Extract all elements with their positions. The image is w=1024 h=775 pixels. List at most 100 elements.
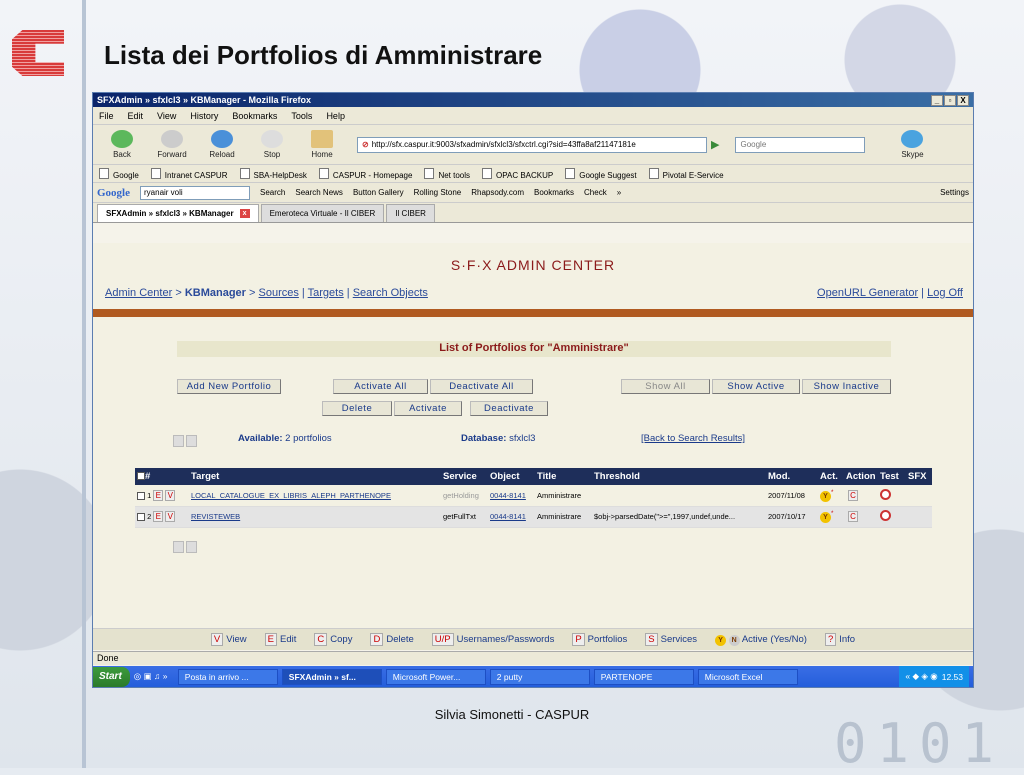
- object-link[interactable]: 0044-8141: [490, 491, 526, 500]
- activate-button[interactable]: Activate: [394, 401, 462, 416]
- tab-bar: SFXAdmin » sfxlcl3 » KBManager x Emerotec…: [93, 203, 973, 223]
- top-pager[interactable]: [173, 435, 199, 447]
- show-all-button[interactable]: Show All: [621, 379, 710, 394]
- edit-icon[interactable]: E: [153, 511, 164, 522]
- google-bookmarks-button[interactable]: Bookmarks: [534, 188, 574, 197]
- next-page-icon[interactable]: [186, 435, 197, 447]
- bookmark-pivotal[interactable]: Pivotal E-Service: [649, 168, 724, 180]
- bookmark-net-tools[interactable]: Net tools: [424, 168, 470, 180]
- bookmark-intranet-caspur[interactable]: Intranet CASPUR: [151, 168, 228, 180]
- more-chevron-icon[interactable]: »: [617, 188, 621, 197]
- tab-il-ciber[interactable]: Il CIBER: [386, 204, 435, 222]
- show-active-button[interactable]: Show Active: [712, 379, 800, 394]
- crumb-admin-center[interactable]: Admin Center: [105, 287, 172, 299]
- taskbar-excel[interactable]: Microsoft Excel: [697, 668, 798, 685]
- edit-icon[interactable]: E: [153, 489, 164, 501]
- search-box[interactable]: Google: [735, 136, 866, 153]
- view-icon[interactable]: V: [165, 511, 176, 522]
- deactivate-all-button[interactable]: Deactivate All: [430, 379, 533, 394]
- rolling-stone-button[interactable]: Rolling Stone: [414, 188, 462, 197]
- tab-close-icon[interactable]: x: [239, 209, 250, 218]
- sfx-test-icon[interactable]: [880, 488, 891, 500]
- taskbar-putty[interactable]: 2 putty: [489, 668, 590, 685]
- menu-tools[interactable]: Tools: [291, 111, 312, 121]
- row-checkbox[interactable]: [137, 513, 145, 522]
- bookmark-google-suggest[interactable]: Google Suggest: [565, 168, 636, 180]
- reload-icon: [211, 130, 233, 148]
- menu-view[interactable]: View: [157, 111, 176, 121]
- menu-edit[interactable]: Edit: [128, 111, 144, 121]
- google-query-input[interactable]: ryanair voli: [140, 185, 250, 200]
- maximize-button[interactable]: ▫: [944, 94, 956, 106]
- prev-page-icon[interactable]: [173, 435, 184, 447]
- skype-button[interactable]: Skype: [889, 130, 935, 159]
- view-icon[interactable]: V: [165, 489, 176, 501]
- target-link[interactable]: REVISTEWEB: [191, 512, 240, 521]
- search-news-button[interactable]: Search News: [295, 188, 343, 197]
- tab-sfxadmin[interactable]: SFXAdmin » sfxlcl3 » KBManager x: [97, 204, 259, 222]
- go-icon[interactable]: ▶: [711, 138, 719, 151]
- check-button[interactable]: Check: [584, 188, 607, 197]
- taskbar-powerpoint[interactable]: Microsoft Power...: [385, 668, 486, 685]
- copy-icon[interactable]: C: [848, 489, 858, 501]
- taskbar-sfxadmin[interactable]: SFXAdmin » sf...: [281, 668, 382, 685]
- status-bar: Done: [93, 651, 973, 665]
- title-cell: Amministrare: [535, 506, 592, 528]
- active-yes-icon[interactable]: Y: [820, 490, 831, 502]
- window-titlebar: SFXAdmin » sfxlcl3 » KBManager - Mozilla…: [93, 93, 973, 107]
- close-button[interactable]: X: [957, 94, 969, 106]
- col-target: Target: [189, 468, 441, 485]
- prev-page-icon[interactable]: [173, 541, 184, 553]
- home-button[interactable]: Home: [299, 130, 345, 159]
- crumb-search-objects[interactable]: Search Objects: [353, 287, 428, 299]
- page-content: S·F·X ADMIN CENTER Admin Center > KBMana…: [93, 243, 973, 628]
- col-act: Act.: [818, 468, 844, 485]
- bookmark-caspur-homepage[interactable]: CASPUR - Homepage: [319, 168, 413, 180]
- menu-history[interactable]: History: [190, 111, 218, 121]
- bookmark-opac-backup[interactable]: OPAC BACKUP: [482, 168, 553, 180]
- active-yes-icon[interactable]: Y: [820, 511, 831, 523]
- forward-arrow-icon: [161, 130, 183, 148]
- start-button[interactable]: Start: [93, 666, 130, 687]
- google-logo: Google: [97, 186, 130, 199]
- rhapsody-button[interactable]: Rhapsody.com: [471, 188, 524, 197]
- menu-help[interactable]: Help: [326, 111, 345, 121]
- next-page-icon[interactable]: [186, 541, 197, 553]
- select-all-checkbox[interactable]: [137, 472, 145, 481]
- crumb-sources[interactable]: Sources: [259, 287, 299, 299]
- legend-copy: C Copy: [314, 633, 352, 646]
- reload-button[interactable]: Reload: [199, 130, 245, 159]
- target-link[interactable]: LOCAL_CATALOGUE_EX_LIBRIS_ALEPH_PARTHENO…: [191, 491, 391, 500]
- col-object: Object: [488, 468, 535, 485]
- minimize-button[interactable]: _: [931, 94, 943, 106]
- bottom-pager[interactable]: [173, 541, 199, 553]
- menu-bookmarks[interactable]: Bookmarks: [232, 111, 277, 121]
- taskbar-partenope[interactable]: PARTENOPE: [593, 668, 694, 685]
- google-search-button[interactable]: Search: [260, 188, 285, 197]
- crumb-targets[interactable]: Targets: [308, 287, 344, 299]
- delete-button[interactable]: Delete: [322, 401, 392, 416]
- object-link[interactable]: 0044-8141: [490, 512, 526, 521]
- forward-button[interactable]: Forward: [149, 130, 195, 159]
- copy-icon[interactable]: C: [848, 511, 858, 522]
- url-bar[interactable]: ⊘ http://sfx.caspur.it:9003/sfxadmin/sfxl…: [357, 136, 707, 153]
- bookmark-sba-helpdesk[interactable]: SBA-HelpDesk: [240, 168, 307, 180]
- back-to-search-results-link[interactable]: [Back to Search Results]: [641, 433, 745, 444]
- sfx-test-icon[interactable]: [880, 510, 891, 521]
- tab-emeroteca[interactable]: Emeroteca Virtuale - Il CIBER: [260, 204, 385, 222]
- row-checkbox[interactable]: [137, 491, 145, 500]
- logoff-link[interactable]: Log Off: [927, 287, 963, 299]
- taskbar-posta[interactable]: Posta in arrivo ...: [177, 668, 278, 685]
- add-new-portfolio-button[interactable]: Add New Portfolio: [177, 379, 281, 394]
- openurl-generator-link[interactable]: OpenURL Generator: [817, 287, 918, 299]
- deactivate-button[interactable]: Deactivate: [470, 401, 548, 416]
- header-divider: [93, 309, 973, 317]
- show-inactive-button[interactable]: Show Inactive: [802, 379, 891, 394]
- back-button[interactable]: Back: [99, 130, 145, 159]
- bookmark-google[interactable]: Google: [99, 168, 139, 180]
- menu-file[interactable]: File: [99, 111, 114, 121]
- stop-button[interactable]: Stop: [249, 130, 295, 159]
- button-gallery-button[interactable]: Button Gallery: [353, 188, 404, 197]
- google-settings-button[interactable]: Settings: [940, 188, 973, 197]
- activate-all-button[interactable]: Activate All: [333, 379, 428, 394]
